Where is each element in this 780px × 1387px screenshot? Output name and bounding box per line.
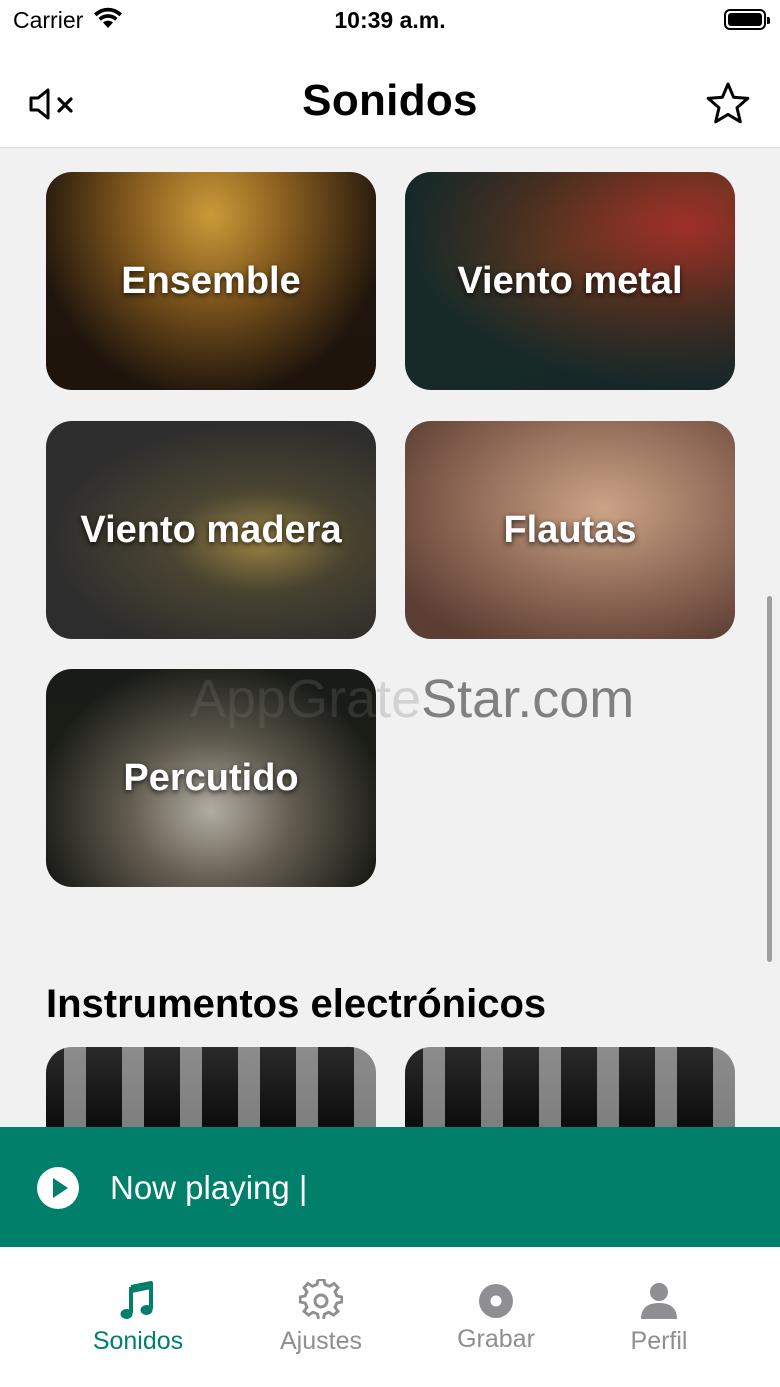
tab-label: Perfil — [630, 1327, 688, 1355]
tab-label: Grabar — [457, 1325, 535, 1353]
record-icon — [479, 1284, 513, 1318]
music-note-icon — [120, 1281, 153, 1319]
category-tile-viento-madera[interactable]: Viento madera — [46, 421, 376, 639]
category-label: Percutido — [123, 756, 299, 799]
tab-sonidos[interactable]: Sonidos — [58, 1247, 218, 1387]
watermark: AppGrateStar.com — [190, 668, 634, 730]
tab-ajustes[interactable]: Ajustes — [241, 1247, 401, 1387]
category-tile-synth-1[interactable] — [46, 1047, 376, 1127]
watermark-strong: Star.com — [421, 669, 635, 729]
category-tile-ensemble[interactable]: Ensemble — [46, 172, 376, 390]
battery-icon — [724, 9, 770, 30]
watermark-faded: AppGrate — [190, 669, 422, 729]
category-label: Viento metal — [457, 259, 683, 302]
tab-grabar[interactable]: Grabar — [416, 1247, 576, 1387]
scrollbar[interactable] — [767, 596, 772, 962]
tab-perfil[interactable]: Perfil — [579, 1247, 739, 1387]
page-title: Sonidos — [302, 76, 478, 125]
category-tile-viento-metal[interactable]: Viento metal — [405, 172, 735, 390]
now-playing-bar[interactable]: Now playing | — [0, 1127, 780, 1247]
nav-header: Sonidos — [0, 44, 780, 148]
tab-bar: Sonidos Ajustes Grabar Perfil — [0, 1247, 780, 1387]
tab-label: Ajustes — [280, 1327, 362, 1355]
status-bar: Carrier 10:39 a.m. — [0, 0, 780, 44]
category-label: Flautas — [503, 508, 637, 551]
person-icon — [641, 1283, 677, 1319]
tab-label: Sonidos — [92, 1327, 184, 1355]
category-label: Ensemble — [121, 259, 301, 302]
play-circle-icon[interactable] — [37, 1167, 79, 1209]
gear-icon — [299, 1279, 343, 1320]
now-playing-text: Now playing | — [110, 1169, 308, 1206]
category-tile-flautas[interactable]: Flautas — [405, 421, 735, 639]
star-icon[interactable] — [704, 80, 752, 128]
category-tile-synth-2[interactable] — [405, 1047, 735, 1127]
status-time: 10:39 a.m. — [334, 7, 446, 33]
section-title-electronic: Instrumentos electrónicos — [46, 982, 547, 1026]
category-label: Viento madera — [80, 508, 342, 551]
